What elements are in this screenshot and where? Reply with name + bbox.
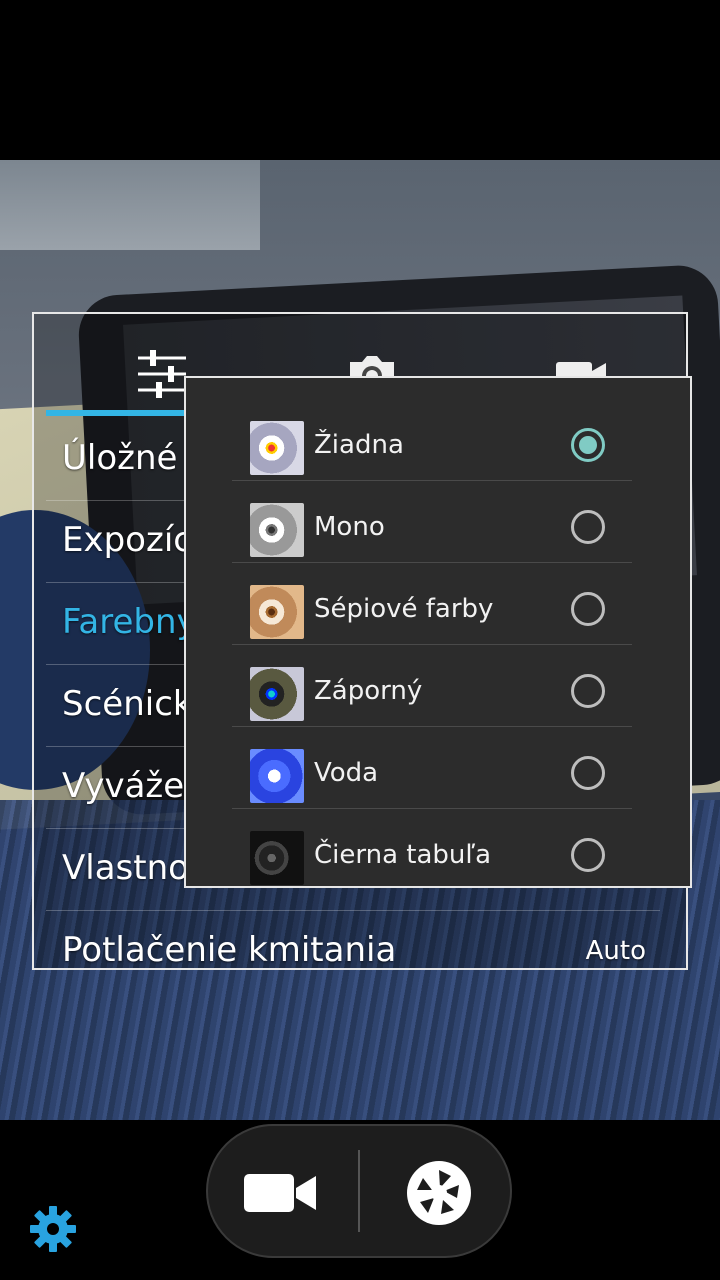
option-label: Sépiové farby <box>314 594 494 624</box>
settings-item-label: Scénick <box>62 684 193 724</box>
color-effect-option-negative[interactable]: Záporný <box>232 644 632 727</box>
settings-item-value: Auto <box>585 936 646 966</box>
color-effect-option-sepia[interactable]: Sépiové farby <box>232 562 632 645</box>
radio-button[interactable] <box>571 756 605 790</box>
effect-thumbnail <box>250 667 304 721</box>
divider <box>358 1150 360 1232</box>
color-effect-option-none[interactable]: Žiadna <box>232 398 632 481</box>
settings-item-label: Potlačenie kmitania <box>62 930 397 970</box>
sliders-icon[interactable] <box>132 344 192 404</box>
effect-thumbnail <box>250 749 304 803</box>
radio-button[interactable] <box>571 510 605 544</box>
effect-thumbnail <box>250 831 304 885</box>
option-label: Žiadna <box>314 430 404 460</box>
color-effect-option-mono[interactable]: Mono <box>232 480 632 563</box>
shutter-icon <box>407 1161 471 1225</box>
tab-indicator <box>46 410 196 416</box>
shutter-button[interactable] <box>404 1158 474 1228</box>
radio-button-selected[interactable] <box>571 428 605 462</box>
option-label: Záporný <box>314 676 423 706</box>
color-effect-option-aqua[interactable]: Voda <box>232 726 632 809</box>
color-effect-option-blackboard[interactable]: Čierna tabuľa <box>232 808 632 886</box>
settings-item-label: Expozíc <box>62 520 192 560</box>
option-label: Čierna tabuľa <box>314 840 492 870</box>
settings-item-label: Vlastno <box>62 848 189 888</box>
radio-button[interactable] <box>571 674 605 708</box>
video-record-button[interactable] <box>240 1168 320 1218</box>
effect-thumbnail <box>250 503 304 557</box>
option-label: Mono <box>314 512 385 542</box>
radio-button[interactable] <box>571 592 605 626</box>
radio-button[interactable] <box>571 838 605 872</box>
preview-object <box>0 160 260 250</box>
effect-thumbnail <box>250 421 304 475</box>
settings-item-antibanding[interactable]: Potlačenie kmitania Auto <box>46 910 660 992</box>
gear-icon[interactable] <box>28 1204 78 1254</box>
effect-thumbnail <box>250 585 304 639</box>
settings-item-label: Farebný <box>62 602 197 642</box>
color-effect-popup: Žiadna Mono Sépiové farby Záporný Voda Č… <box>184 376 692 888</box>
option-label: Voda <box>314 758 379 788</box>
